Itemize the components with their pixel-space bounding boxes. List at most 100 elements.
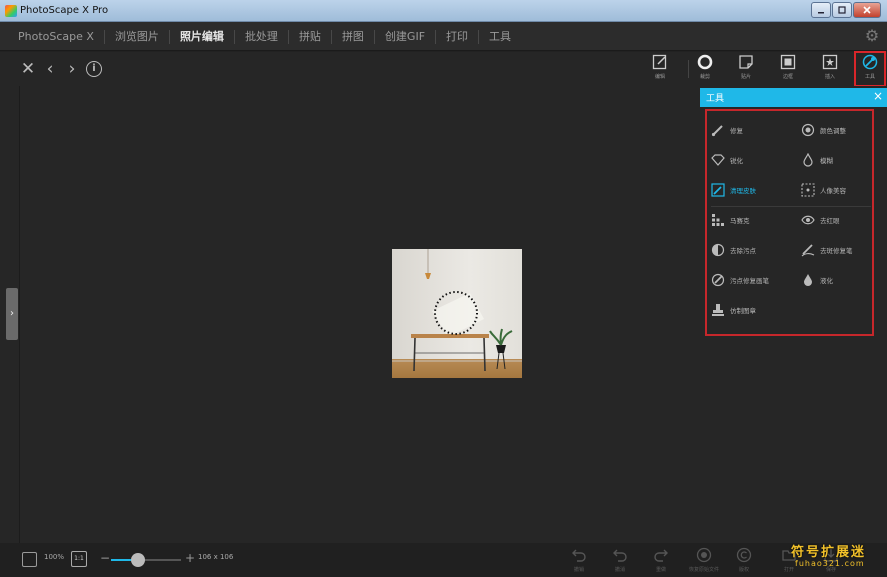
portrait-icon [801, 183, 815, 197]
status-bar: 100% 1:1 − + 106 x 106 撤销 撤消 重做 恢复原始文件 版… [0, 543, 887, 577]
tab-1[interactable]: 浏览图片 [105, 29, 170, 44]
zoom-slider-handle[interactable] [131, 553, 145, 567]
tool-edit[interactable]: 编辑 [647, 54, 673, 84]
copyright-button[interactable]: 版权 [729, 547, 759, 573]
zoom-out-button[interactable]: − [100, 551, 110, 565]
tool-item-clone-stamp[interactable]: 仿制图章 [711, 302, 756, 318]
tool-sticker[interactable]: 贴片 [733, 54, 759, 84]
minimize-button[interactable] [811, 2, 831, 18]
brush-icon [711, 125, 723, 137]
tool-item-clean-skin[interactable]: 清理皮肤 [711, 182, 756, 198]
undo-icon [572, 549, 586, 562]
title-bar: PhotoScape X Pro [0, 0, 887, 22]
maximize-button[interactable] [832, 2, 852, 18]
edit-icon [652, 54, 667, 70]
window-title: PhotoScape X Pro [20, 5, 109, 16]
image-dimensions: 106 x 106 [198, 553, 234, 561]
stamp-icon [712, 304, 724, 316]
undo-all-button[interactable]: 撤消 [605, 547, 635, 573]
clone-icon [801, 244, 815, 257]
tool-item-repair[interactable]: 修复 [711, 122, 743, 138]
tool-item-label: 模糊 [820, 157, 833, 165]
zoom-in-button[interactable]: + [185, 551, 195, 565]
tool-item-spot-removal[interactable]: 去除污点 [711, 242, 756, 258]
circle-icon [697, 54, 713, 70]
tool-item-mosaic[interactable]: 马赛克 [711, 212, 750, 228]
tool-label: 编辑 [654, 74, 665, 80]
tool-item-label: 锐化 [730, 157, 743, 165]
tab-7[interactable]: 打印 [436, 29, 480, 44]
tool-insert[interactable]: 插入 [817, 54, 843, 84]
tab-3[interactable]: 批处理 [235, 29, 289, 44]
compare-icon[interactable] [22, 552, 37, 567]
gear-icon[interactable]: ⚙ [863, 27, 881, 45]
tool-label: 工具 [864, 74, 875, 80]
undo-button[interactable]: 撤销 [564, 547, 594, 573]
site-watermark: 符号扩展迷 fuhao321.com [785, 541, 885, 577]
chevron-left-icon[interactable]: ‹ [42, 60, 58, 78]
diamond-icon [711, 154, 725, 166]
tools-panel: 工具 × 修复 颜色调整 锐化 模糊 清理皮肤 人像美容 马赛克 去红眼 去除污… [700, 88, 887, 340]
toolbar-divider [688, 60, 689, 78]
menu-bar: PhotoScape X 浏览图片 照片编辑 批处理 拼贴 拼图 创建GIF 打印 工具 ⚙ [0, 22, 887, 51]
watermark-url: fuhao321.com [795, 559, 865, 568]
action-label: 恢复原始文件 [689, 567, 720, 573]
tool-frame[interactable]: 边框 [775, 54, 801, 84]
tools-icon [862, 54, 878, 70]
tool-item-label: 修复 [730, 127, 743, 135]
insert-icon [822, 54, 838, 70]
close-icon[interactable]: ✕ [20, 60, 36, 78]
tools-panel-header: 工具 × [700, 88, 887, 107]
tab-2[interactable]: 照片编辑 [170, 29, 235, 44]
tool-crop[interactable]: 裁剪 [692, 54, 718, 84]
info-icon[interactable]: i [86, 61, 102, 77]
zoom-level[interactable]: 100% [44, 553, 64, 561]
actual-size-button[interactable]: 1:1 [71, 551, 87, 567]
chevron-right-icon[interactable]: › [64, 60, 80, 78]
sticker-icon [739, 55, 753, 69]
frame-icon [780, 54, 796, 70]
undo2-icon [613, 549, 627, 562]
minimize-icon [818, 12, 824, 14]
close-icon[interactable]: × [873, 89, 883, 103]
tool-item-label: 去除污点 [730, 247, 756, 255]
restore-original-button[interactable]: 恢复原始文件 [689, 547, 719, 573]
tool-item-label: 马赛克 [730, 217, 750, 225]
maximize-icon [838, 6, 846, 14]
tab-0[interactable]: PhotoScape X [8, 29, 105, 44]
action-label: 撤消 [614, 567, 625, 573]
tool-item-portrait[interactable]: 人像美容 [801, 182, 846, 198]
restore-icon [696, 547, 712, 563]
tool-item-healing-brush[interactable]: 污点修复画笔 [711, 272, 769, 288]
spot-icon [711, 243, 725, 257]
tool-item-color-adjust[interactable]: 颜色调整 [801, 122, 846, 138]
photo-preview[interactable] [392, 249, 522, 378]
action-label: 重做 [655, 567, 666, 573]
expand-sidebar-button[interactable]: › [6, 288, 18, 340]
tool-item-label: 液化 [820, 277, 833, 285]
heal-icon [711, 273, 725, 287]
tool-item-liquify[interactable]: 液化 [801, 272, 833, 288]
tool-item-label: 清理皮肤 [730, 187, 756, 195]
tab-5[interactable]: 拼图 [332, 29, 375, 44]
tool-item-red-eye[interactable]: 去红眼 [801, 212, 840, 228]
redo-button[interactable]: 重做 [646, 547, 676, 573]
tool-item-clone-brush[interactable]: 去斑修复笔 [801, 242, 853, 258]
redo-icon [654, 549, 668, 562]
tab-6[interactable]: 创建GIF [375, 29, 437, 44]
tab-8[interactable]: 工具 [479, 30, 521, 44]
tool-item-sharpen[interactable]: 锐化 [711, 152, 743, 168]
close-window-button[interactable] [853, 2, 881, 18]
panel-divider [711, 206, 871, 207]
tool-label: 插入 [824, 74, 835, 80]
copyright-icon [736, 547, 752, 563]
tool-tools[interactable]: 工具 [854, 51, 886, 87]
tab-4[interactable]: 拼贴 [289, 29, 332, 44]
action-label: 撤销 [573, 567, 584, 573]
room-photo [392, 249, 522, 378]
tool-label: 边框 [782, 74, 793, 80]
tool-item-blur[interactable]: 模糊 [801, 152, 833, 168]
tool-label: 贴片 [740, 74, 751, 80]
chevron-right-icon: › [10, 308, 14, 319]
color-adjust-icon [801, 123, 815, 137]
